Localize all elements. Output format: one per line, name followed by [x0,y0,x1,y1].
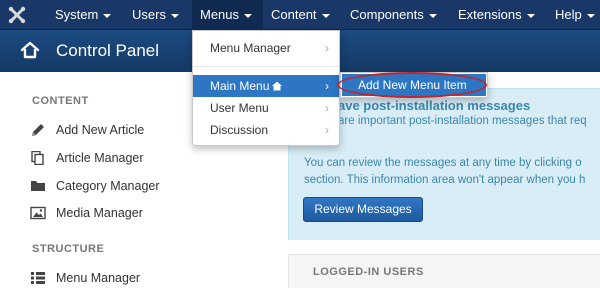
logged-in-users-title: LOGGED-IN USERS [313,266,424,278]
chevron-down-icon [103,13,112,18]
pencil-icon [32,124,44,136]
nav-help-label: Help [555,7,582,22]
messages-body-line2: section. This information area won't app… [304,174,586,186]
menu-item-label: User Menu [210,101,269,115]
folder-icon [31,181,45,191]
home-icon [20,41,40,59]
menu-item-main-menu[interactable]: Main Menu › [193,75,339,97]
chevron-right-icon: › [325,123,329,137]
sidebar-item-label: Article Manager [56,151,144,165]
menu-item-menu-manager[interactable]: Menu Manager › [193,37,339,59]
chevron-right-icon: › [325,101,329,115]
nav-content[interactable]: Content [271,0,330,30]
messages-title: ave post-installation messages [338,98,531,113]
menu-item-discussion[interactable]: Discussion › [193,119,339,141]
chevron-right-icon: › [325,41,329,55]
nav-content-label: Content [271,7,317,22]
sidebar-item-label: Add New Article [56,123,145,137]
copy-icon [31,151,44,165]
menu-divider [193,66,339,67]
sidebar-item-label: Category Manager [56,179,160,193]
chevron-down-icon [321,13,330,18]
chevron-right-icon: › [325,79,329,93]
content-section-title: CONTENT [32,95,89,107]
messages-subtitle: are important post-installation messages… [338,115,587,127]
sidebar-item-label: Menu Manager [56,271,141,285]
sidebar-item-label: Media Manager [56,206,143,220]
page-title: Control Panel [56,41,160,60]
chevron-down-icon [526,13,535,18]
review-messages-button[interactable]: Review Messages [303,197,423,222]
chevron-down-icon [586,13,595,18]
nav-components[interactable]: Components [350,0,437,30]
nav-menus-label: Menus [200,7,240,22]
menu-item-label: Menu Manager [210,41,291,55]
home-icon [272,81,282,91]
nav-system[interactable]: System [55,0,112,30]
joomla-logo-icon[interactable] [6,4,28,26]
annotation-highlight-oval [337,72,487,98]
nav-extensions-label: Extensions [458,7,522,22]
chevron-down-icon [170,13,179,18]
nav-extensions[interactable]: Extensions [458,0,535,30]
list-icon [31,272,45,284]
chevron-down-icon [428,13,437,18]
nav-system-label: System [55,7,99,22]
nav-help[interactable]: Help [555,0,595,30]
nav-components-label: Components [350,7,424,22]
nav-users[interactable]: Users [132,0,179,30]
messages-body-line1: You can review the messages at any time … [304,157,582,169]
nav-menus[interactable]: Menus [192,0,263,30]
structure-section-title: STRUCTURE [32,243,105,255]
image-icon [30,206,46,220]
menu-item-label: Discussion [210,123,269,137]
menu-item-label: Main Menu [210,79,270,93]
nav-users-label: Users [132,7,166,22]
menu-item-user-menu[interactable]: User Menu › [193,97,339,119]
chevron-down-icon [244,13,253,18]
